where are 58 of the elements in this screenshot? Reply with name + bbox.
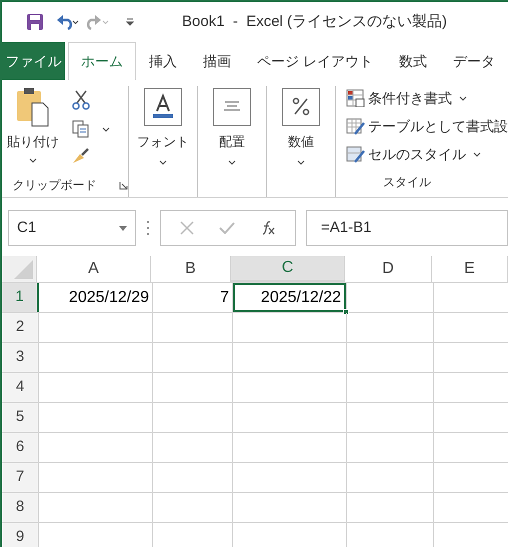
paste-button[interactable]: 貼り付け [2,86,56,173]
clipboard-icon [15,86,51,128]
style-menu-item[interactable]: 条件付き書式 [346,86,508,110]
undo-icon[interactable] [56,14,80,30]
row-header[interactable]: 9 [2,523,39,547]
ribbon-tab[interactable]: 挿入 [136,42,190,80]
ribbon-button[interactable]: フォント [137,88,189,164]
ribbon-tab[interactable]: ホーム [68,42,136,80]
ribbon-button[interactable]: 配置 [213,88,251,164]
row-header[interactable]: 3 [2,343,39,372]
ribbon-tab[interactable]: 描画 [190,42,244,80]
conditional-format-icon [346,89,365,107]
table-cell[interactable]: 2025/12/29 [39,283,152,312]
dialog-launcher-icon[interactable] [118,180,128,190]
align-center-icon [213,88,251,126]
group-label: スタイル [383,174,431,191]
copy-icon[interactable] [72,120,90,138]
customize-toolbar-icon[interactable] [126,18,134,26]
style-menu-item[interactable]: セルのスタイル [346,142,508,166]
cell-style-brush-icon [346,145,365,163]
row-header[interactable]: 4 [2,373,39,402]
percent-icon [282,88,320,126]
table-cell[interactable]: 7 [153,283,232,312]
row-header[interactable]: 8 [2,493,39,522]
ribbon-tab[interactable]: ページ レイアウト [244,42,386,80]
file-tab[interactable]: ファイル [2,42,66,80]
name-box[interactable]: C1 [8,210,136,246]
table-cell[interactable]: 2025/12/22 [233,283,346,312]
checkmark-icon[interactable] [218,222,235,234]
ribbon-tab[interactable]: データ [440,42,508,80]
drag-handle-icon[interactable] [146,221,150,235]
chevron-down-icon [29,158,37,162]
chevron-down-icon [228,160,236,164]
row-header[interactable]: 7 [2,463,39,492]
row-header[interactable]: 1 [2,283,39,312]
row-header[interactable]: 6 [2,433,39,462]
row-header[interactable]: 5 [2,403,39,432]
ribbon-tab[interactable]: 数式 [386,42,440,80]
chevron-down-icon [159,160,167,164]
paintbrush-icon[interactable] [72,148,90,164]
fill-handle[interactable] [343,309,349,315]
chevron-down-icon [473,152,481,156]
chevron-down-icon [297,160,305,164]
row-header[interactable]: 2 [2,313,39,342]
font-icon [144,88,182,126]
chevron-down-icon[interactable] [102,126,110,132]
style-menu-item[interactable]: テーブルとして書式設 [346,114,508,138]
column-header[interactable]: C [231,256,345,282]
ribbon-button[interactable]: 数値 [282,88,320,164]
scissors-icon[interactable] [72,90,90,110]
save-icon[interactable] [26,13,44,31]
formula-input[interactable]: =A1-B1 [306,210,508,246]
group-label: クリップボード [12,177,96,194]
function-icon[interactable] [260,221,276,235]
table-brush-icon [346,117,365,135]
chevron-down-icon [459,96,467,100]
window-title: Book1 - Excel (ライセンスのない製品) [182,12,448,32]
dropdown-arrow-icon [119,226,127,230]
